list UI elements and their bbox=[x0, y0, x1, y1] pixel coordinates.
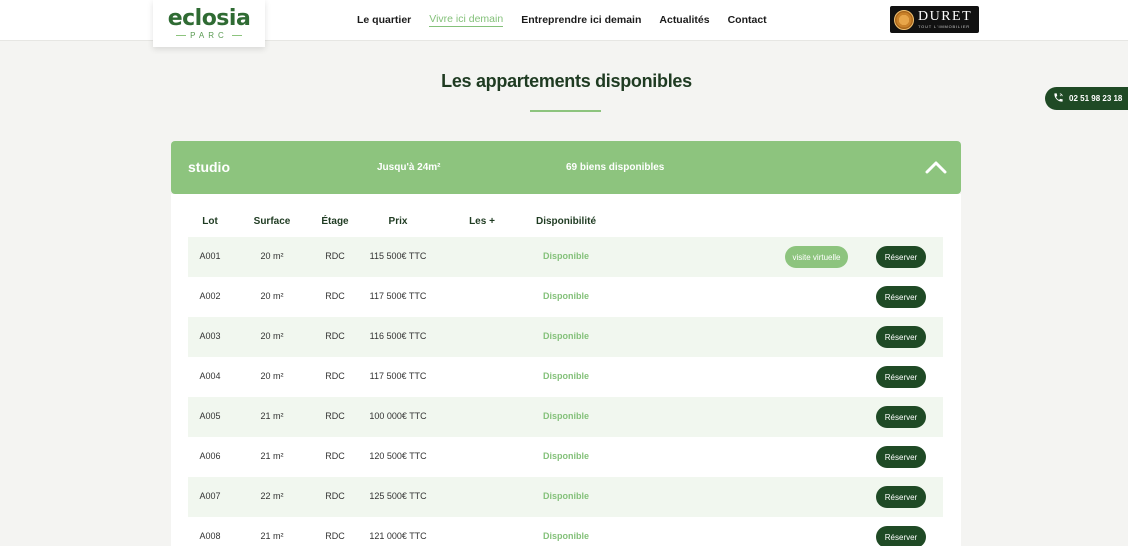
cell-disponibilite: Disponible bbox=[542, 491, 590, 501]
nav-contact[interactable]: Contact bbox=[728, 14, 767, 27]
partner-logo-duret[interactable]: DURET TOUT L'IMMOBILIER bbox=[890, 6, 979, 33]
reserve-button[interactable]: Réserver bbox=[876, 406, 926, 428]
cell-surface: 20 m² bbox=[260, 251, 284, 261]
accordion-type: studio bbox=[188, 159, 230, 175]
table-row: A006 21 m² RDC 120 500€ TTC Disponible R… bbox=[188, 437, 943, 477]
table-row: A004 20 m² RDC 117 500€ TTC Disponible R… bbox=[188, 357, 943, 397]
cell-disponibilite: Disponible bbox=[542, 371, 590, 381]
accordion-surface: Jusqu'à 24m² bbox=[377, 162, 441, 173]
reserve-button[interactable]: Réserver bbox=[876, 486, 926, 508]
reserve-button[interactable]: Réserver bbox=[876, 366, 926, 388]
reserve-button[interactable]: Réserver bbox=[876, 246, 926, 268]
table-row: A002 20 m² RDC 117 500€ TTC Disponible R… bbox=[188, 277, 943, 317]
duret-tagline: TOUT L'IMMOBILIER bbox=[918, 23, 971, 29]
cell-surface: 20 m² bbox=[260, 331, 284, 341]
logo-line-right bbox=[231, 34, 242, 36]
cell-surface: 21 m² bbox=[260, 411, 284, 421]
cell-lot: A004 bbox=[199, 371, 221, 381]
main-nav: Le quartier Vivre ici demain Entreprendr… bbox=[357, 0, 767, 40]
virtual-tour-button[interactable]: visite virtuelle bbox=[785, 246, 848, 268]
column-lot: Lot bbox=[202, 216, 218, 227]
cell-surface: 21 m² bbox=[260, 531, 284, 541]
chevron-up-icon[interactable] bbox=[925, 159, 947, 175]
apartments-table: Lot Surface Étage Prix Les + Disponibili… bbox=[171, 194, 961, 546]
cell-prix: 115 500€ TTC bbox=[369, 251, 427, 261]
cell-lot: A005 bbox=[199, 411, 221, 421]
cell-lot: A006 bbox=[199, 451, 221, 461]
cell-etage: RDC bbox=[325, 411, 345, 421]
cell-surface: 21 m² bbox=[260, 451, 284, 461]
cell-lot: A003 bbox=[199, 331, 221, 341]
duret-text: DURET TOUT L'IMMOBILIER bbox=[918, 8, 973, 30]
cell-lot: A008 bbox=[199, 531, 221, 541]
cell-etage: RDC bbox=[325, 291, 345, 301]
site-header: eclosia PARC Le quartier Vivre ici demai… bbox=[0, 0, 1128, 47]
phone-icon bbox=[1053, 92, 1064, 106]
logo-main-text: eclosia bbox=[167, 5, 251, 31]
table-row: A001 20 m² RDC 115 500€ TTC Disponible v… bbox=[188, 237, 943, 277]
nav-entreprendre-ici-demain[interactable]: Entreprendre ici demain bbox=[521, 14, 641, 27]
page-title: Les appartements disponibles bbox=[441, 71, 692, 91]
cell-etage: RDC bbox=[325, 331, 345, 341]
reserve-button[interactable]: Réserver bbox=[876, 526, 926, 546]
cell-disponibilite: Disponible bbox=[542, 331, 590, 341]
cell-disponibilite: Disponible bbox=[542, 251, 590, 261]
cell-etage: RDC bbox=[325, 371, 345, 381]
table-header: Lot Surface Étage Prix Les + Disponibili… bbox=[171, 194, 961, 237]
cell-lot: A007 bbox=[199, 491, 221, 501]
cell-prix: 100 000€ TTC bbox=[369, 411, 427, 421]
cell-lot: A001 bbox=[199, 251, 221, 261]
cell-lot: A002 bbox=[199, 291, 221, 301]
cell-etage: RDC bbox=[325, 451, 345, 461]
duret-name: DURET bbox=[918, 8, 973, 24]
column-prix: Prix bbox=[388, 216, 408, 227]
cell-prix: 121 000€ TTC bbox=[369, 531, 427, 541]
cell-surface: 22 m² bbox=[260, 491, 284, 501]
accordion-count: 69 biens disponibles bbox=[566, 162, 665, 173]
cell-etage: RDC bbox=[325, 531, 345, 541]
cell-prix: 116 500€ TTC bbox=[369, 331, 427, 341]
accordion-header-studio[interactable]: studio Jusqu'à 24m² 69 biens disponibles bbox=[171, 141, 961, 194]
cell-surface: 20 m² bbox=[260, 291, 284, 301]
cell-etage: RDC bbox=[325, 491, 345, 501]
reserve-button[interactable]: Réserver bbox=[876, 286, 926, 308]
cell-surface: 20 m² bbox=[260, 371, 284, 381]
cell-disponibilite: Disponible bbox=[542, 411, 590, 421]
logo-sub: PARC bbox=[176, 31, 242, 40]
table-row: A005 21 m² RDC 100 000€ TTC Disponible R… bbox=[188, 397, 943, 437]
cell-prix: 125 500€ TTC bbox=[369, 491, 427, 501]
cell-prix: 120 500€ TTC bbox=[369, 451, 427, 461]
cell-prix: 117 500€ TTC bbox=[369, 371, 427, 381]
logo-line-left bbox=[176, 34, 187, 36]
table-row: A007 22 m² RDC 125 500€ TTC Disponible R… bbox=[188, 477, 943, 517]
column-surface: Surface bbox=[253, 216, 291, 227]
column-les-plus: Les + bbox=[469, 216, 495, 227]
nav-actualites[interactable]: Actualités bbox=[659, 14, 709, 27]
table-body: A001 20 m² RDC 115 500€ TTC Disponible v… bbox=[188, 237, 943, 546]
cell-disponibilite: Disponible bbox=[542, 531, 590, 541]
title-underline bbox=[530, 110, 601, 112]
cell-disponibilite: Disponible bbox=[542, 451, 590, 461]
table-row: A008 21 m² RDC 121 000€ TTC Disponible R… bbox=[188, 517, 943, 546]
site-logo[interactable]: eclosia PARC bbox=[153, 0, 265, 47]
table-row: A003 20 m² RDC 116 500€ TTC Disponible R… bbox=[188, 317, 943, 357]
cell-disponibilite: Disponible bbox=[542, 291, 590, 301]
phone-number: 02 51 98 23 18 bbox=[1069, 94, 1123, 103]
logo-sub-text: PARC bbox=[190, 30, 228, 40]
cell-etage: RDC bbox=[325, 251, 345, 261]
duret-seal-icon bbox=[894, 9, 914, 30]
reserve-button[interactable]: Réserver bbox=[876, 446, 926, 468]
column-disponibilite: Disponibilité bbox=[536, 216, 596, 227]
nav-le-quartier[interactable]: Le quartier bbox=[357, 14, 411, 27]
reserve-button[interactable]: Réserver bbox=[876, 326, 926, 348]
column-etage: Étage bbox=[321, 216, 349, 227]
cell-prix: 117 500€ TTC bbox=[369, 291, 427, 301]
nav-vivre-ici-demain[interactable]: Vivre ici demain bbox=[429, 13, 504, 27]
